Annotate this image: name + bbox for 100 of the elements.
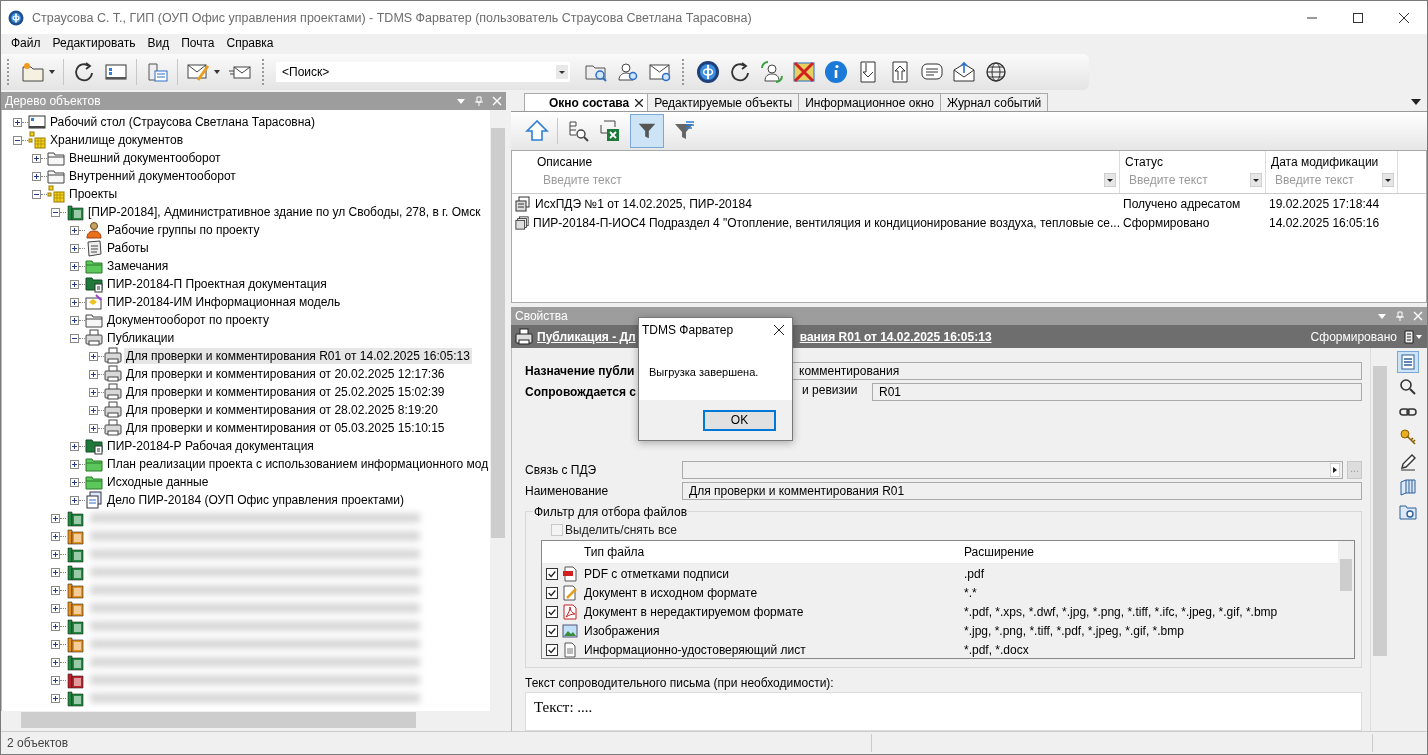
search-field[interactable]: <Поиск> bbox=[276, 62, 570, 82]
menu-item[interactable]: Редактировать bbox=[46, 36, 142, 50]
input-field[interactable]: Для проверки и комментирования R01 bbox=[682, 482, 1362, 500]
expand-icon[interactable] bbox=[51, 693, 60, 703]
menu-item[interactable]: Справка bbox=[220, 36, 280, 50]
expand-icon[interactable] bbox=[89, 423, 98, 433]
tree-item[interactable]: Замечания bbox=[105, 258, 171, 274]
tree-item[interactable]: Дело ПИР-20184 (ОУП Офис управления проектами) bbox=[105, 492, 407, 508]
collapse-icon[interactable] bbox=[70, 333, 79, 343]
properties-icon[interactable] bbox=[145, 60, 169, 84]
expand-icon[interactable] bbox=[70, 459, 79, 469]
document-menu-icon[interactable] bbox=[1403, 329, 1423, 344]
tree-item[interactable]: Исходные данные bbox=[105, 474, 211, 490]
checkbox[interactable] bbox=[546, 643, 558, 656]
input-field[interactable]: комментирования bbox=[792, 362, 1362, 380]
dropdown-icon[interactable] bbox=[1104, 173, 1116, 187]
tree-item[interactable]: Для проверки и комментирования R01 от 14.02.2025 16:05:13 bbox=[124, 348, 472, 364]
checkbox[interactable] bbox=[546, 586, 558, 599]
tree-item[interactable]: ПИР-20184-П Проектная документация bbox=[105, 276, 329, 292]
object-link[interactable]: вания R01 от 14.02.2025 16:05:13 bbox=[799, 329, 992, 344]
expand-icon[interactable] bbox=[51, 639, 60, 649]
caret-icon[interactable] bbox=[214, 70, 220, 74]
dropdown-icon[interactable] bbox=[556, 65, 568, 79]
users-sync-icon[interactable] bbox=[760, 60, 784, 84]
cross-icon[interactable] bbox=[792, 60, 816, 84]
tree-item[interactable]: Внутренний документооборот bbox=[67, 168, 238, 184]
expand-icon[interactable] bbox=[70, 441, 79, 451]
tree-item[interactable]: ПИР-20184-Р Рабочая документация bbox=[105, 438, 316, 454]
expand-icon[interactable] bbox=[51, 585, 60, 595]
menu-item[interactable]: Файл bbox=[5, 36, 47, 50]
filter-field[interactable]: Введите текст bbox=[1269, 172, 1382, 188]
filter-field[interactable]: Введите текст bbox=[515, 172, 1104, 188]
tree-item[interactable]: Проекты bbox=[67, 186, 120, 202]
expand-icon[interactable] bbox=[32, 153, 41, 163]
expand-icon[interactable] bbox=[51, 621, 60, 631]
refresh-icon[interactable] bbox=[72, 60, 96, 84]
globe-icon[interactable] bbox=[984, 60, 1008, 84]
text-area[interactable]: Текст: .... bbox=[525, 692, 1362, 731]
spreadsheet-icon[interactable] bbox=[598, 119, 622, 143]
input-field[interactable] bbox=[682, 461, 1343, 479]
expand-icon[interactable] bbox=[51, 549, 60, 559]
expand-icon[interactable] bbox=[13, 117, 22, 127]
search-icon[interactable] bbox=[1398, 377, 1418, 397]
checkbox[interactable] bbox=[546, 567, 558, 580]
tree-item[interactable]: Работы bbox=[105, 240, 151, 256]
vertical-scrollbar[interactable] bbox=[490, 110, 506, 711]
tree-item[interactable]: [ПИР-20184], Административное здание по ул Свободы, 278, в г. Омск bbox=[86, 204, 483, 220]
refresh-icon[interactable] bbox=[728, 60, 752, 84]
collapse-icon[interactable] bbox=[32, 189, 41, 199]
user-search-icon[interactable] bbox=[616, 60, 640, 84]
expand-icon[interactable] bbox=[32, 171, 41, 181]
menu-item[interactable]: Почта bbox=[175, 36, 221, 50]
info-icon[interactable] bbox=[824, 60, 848, 84]
dropdown-icon[interactable] bbox=[1250, 173, 1262, 187]
expand-icon[interactable] bbox=[89, 369, 98, 379]
filter-field[interactable]: Введите текст bbox=[1123, 172, 1250, 188]
tab[interactable]: Окно состава bbox=[524, 93, 649, 111]
tree-item[interactable]: План реализации проекта с использованием информационного мод bbox=[105, 456, 490, 472]
tree-item[interactable]: Для проверки и комментирования от 20.02.2025 12:17:36 bbox=[124, 366, 447, 382]
expand-icon[interactable] bbox=[51, 513, 60, 523]
tab[interactable]: Редактируемые объекты bbox=[647, 93, 800, 111]
expand-icon[interactable] bbox=[70, 297, 79, 307]
filter-button[interactable] bbox=[630, 114, 664, 148]
tree-item[interactable]: Для проверки и комментирования от 25.02.2025 15:02:39 bbox=[124, 384, 447, 400]
input-field[interactable]: R01 bbox=[872, 383, 1362, 401]
expand-icon[interactable] bbox=[70, 261, 79, 271]
column-header[interactable]: Тип файла bbox=[580, 545, 962, 559]
tree-item[interactable]: Документооборот по проекту bbox=[105, 312, 271, 328]
collapse-icon[interactable] bbox=[13, 135, 22, 145]
dropdown-icon[interactable] bbox=[1411, 99, 1421, 105]
expand-icon[interactable] bbox=[51, 675, 60, 685]
up-arrow-icon[interactable] bbox=[525, 119, 549, 143]
maximize-icon[interactable] bbox=[1353, 12, 1363, 23]
tree-item[interactable]: Рабочий стол (Страусова Светлана Тарасовна) bbox=[48, 114, 317, 130]
expand-icon[interactable] bbox=[70, 225, 79, 235]
expand-icon[interactable] bbox=[51, 657, 60, 667]
arrow-icon[interactable] bbox=[1330, 463, 1340, 477]
pencil-icon[interactable] bbox=[1398, 452, 1418, 472]
key-icon[interactable] bbox=[1398, 427, 1418, 447]
expand-icon[interactable] bbox=[89, 387, 98, 397]
tree-item[interactable]: Хранилище документов bbox=[48, 132, 186, 148]
expand-icon[interactable] bbox=[51, 567, 60, 577]
tree-item[interactable]: Для проверки и комментирования от 28.02.2025 8:19:20 bbox=[124, 402, 440, 418]
tree-item[interactable]: Рабочие группы по проекту bbox=[105, 222, 262, 238]
expand-icon[interactable] bbox=[70, 495, 79, 505]
dropdown-icon[interactable] bbox=[1382, 173, 1394, 187]
caret-icon[interactable] bbox=[49, 70, 55, 74]
expand-icon[interactable] bbox=[70, 315, 79, 325]
close-icon[interactable] bbox=[774, 325, 784, 335]
expand-icon[interactable] bbox=[70, 279, 79, 289]
collapse-icon[interactable] bbox=[51, 207, 60, 217]
tree-item[interactable]: Внешний документооборот bbox=[67, 150, 223, 166]
expand-icon[interactable] bbox=[70, 477, 79, 487]
object-link[interactable]: Публикация - Дл bbox=[537, 329, 636, 344]
form-icon[interactable] bbox=[1398, 352, 1418, 372]
tree-item[interactable]: Публикации bbox=[105, 330, 177, 346]
book-icon[interactable] bbox=[1398, 477, 1418, 497]
vertical-scrollbar[interactable] bbox=[1370, 348, 1389, 731]
column-header[interactable]: Расширение bbox=[962, 545, 1034, 559]
expand-icon[interactable] bbox=[70, 243, 79, 253]
